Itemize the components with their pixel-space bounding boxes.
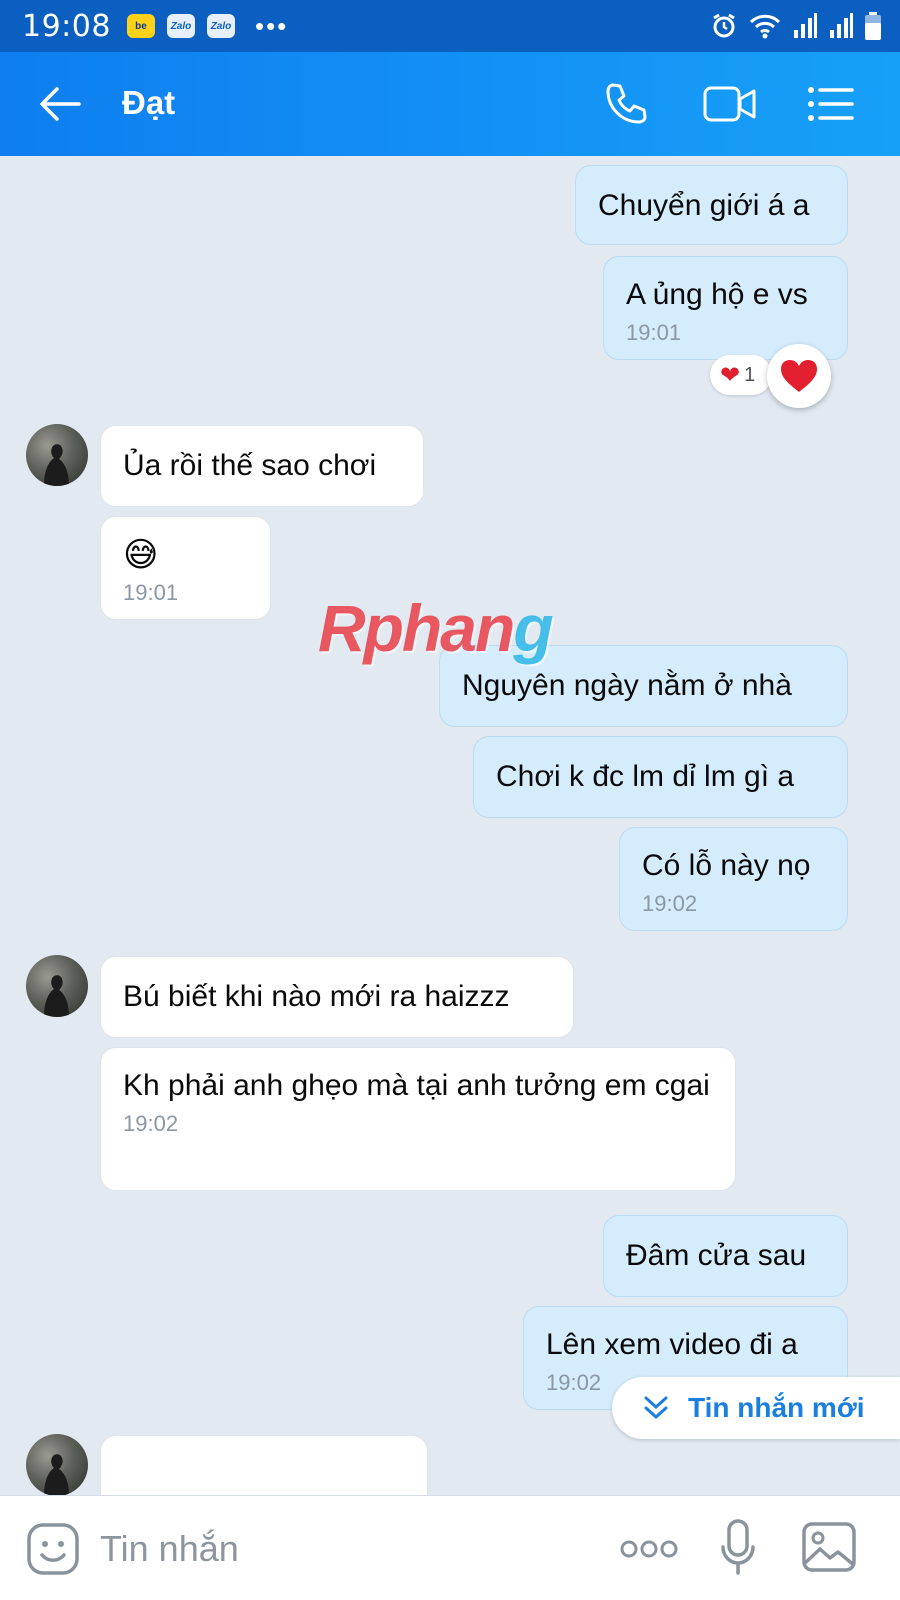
status-bar: 19:08 be Zalo Zalo •••	[0, 0, 900, 52]
wifi-icon	[749, 14, 781, 39]
menu-button[interactable]	[804, 80, 856, 128]
message-text: Ủa rồi thế sao chơi	[123, 449, 377, 482]
new-messages-button[interactable]: Tin nhắn mới	[612, 1377, 900, 1439]
message-input[interactable]	[100, 1524, 600, 1574]
message-bubble-incoming[interactable]: 😅 19:01	[100, 516, 271, 620]
video-call-icon	[703, 86, 756, 122]
avatar-silhouette	[44, 1454, 69, 1495]
avatar[interactable]	[26, 955, 88, 1017]
message-bubble-outgoing[interactable]: Chơi k đc lm dỉ lm gì a	[473, 736, 848, 818]
message-bubble-incoming-partial[interactable]	[100, 1435, 428, 1495]
back-arrow-icon	[40, 87, 81, 121]
avatar[interactable]	[26, 424, 88, 486]
message-text: Nguyên ngày nằm ở nhà	[462, 669, 792, 702]
status-overflow-icon: •••	[254, 11, 289, 41]
image-button[interactable]	[800, 1520, 858, 1574]
message-bubble-outgoing[interactable]: Đâm cửa sau	[603, 1215, 848, 1297]
video-call-button[interactable]	[700, 80, 760, 128]
signal-icon	[794, 13, 817, 38]
message-bubble-incoming[interactable]: Kh phải anh ghẹo mà tại anh tưởng em cga…	[100, 1047, 736, 1191]
phone-icon	[606, 83, 647, 124]
react-button[interactable]	[767, 344, 831, 408]
back-button[interactable]	[36, 82, 84, 126]
message-bubble-outgoing[interactable]: A ủng hộ e vs 19:01	[603, 256, 848, 360]
battery-icon	[865, 12, 881, 40]
sticker-smiley-icon	[27, 1523, 79, 1575]
emoji-message: 😅	[123, 536, 159, 574]
call-button[interactable]	[600, 80, 652, 128]
heart-icon: ❤	[720, 361, 741, 389]
avatar[interactable]	[26, 1434, 88, 1495]
more-dots-icon	[620, 1540, 678, 1558]
signal-icon	[830, 13, 853, 38]
message-time: 19:02	[123, 1111, 179, 1136]
message-text: Chơi k đc lm dỉ lm gì a	[496, 760, 795, 793]
message-text: Bú biết khi nào mới ra haizzz	[123, 980, 510, 1013]
message-time: 19:01	[626, 320, 682, 345]
contact-name[interactable]: Đạt	[122, 84, 175, 122]
new-messages-label: Tin nhắn mới	[688, 1392, 865, 1423]
message-time: 19:01	[123, 580, 179, 605]
menu-list-icon	[808, 87, 854, 121]
message-text: Lên xem video đi a	[546, 1328, 798, 1361]
zalo-app-icon: Zalo	[206, 14, 235, 38]
reaction-count: 1	[744, 363, 756, 386]
voice-button[interactable]	[718, 1518, 758, 1578]
image-gallery-icon	[802, 1522, 856, 1572]
sticker-button[interactable]	[26, 1522, 80, 1576]
microphone-icon	[721, 1519, 755, 1575]
message-bubble-outgoing[interactable]: Có lỗ này nọ 19:02	[619, 827, 848, 931]
message-bubble-incoming[interactable]: Ủa rồi thế sao chơi	[100, 425, 424, 507]
message-text: A ủng hộ e vs	[626, 278, 808, 311]
chevron-double-down-icon	[644, 1396, 668, 1419]
message-bubble-outgoing[interactable]: Chuyển giới á a	[575, 165, 848, 245]
zalo-app-icon: Zalo	[166, 14, 195, 38]
chat-messages[interactable]: Chuyển giới á a A ủng hộ e vs 19:01 ❤ 1 …	[0, 156, 900, 1495]
status-time: 19:08	[22, 8, 111, 44]
message-text: Đâm cửa sau	[626, 1239, 807, 1272]
status-indicators	[710, 11, 882, 41]
message-input-bar	[0, 1495, 900, 1600]
more-options-button[interactable]	[616, 1532, 682, 1566]
alarm-icon	[713, 13, 735, 38]
reaction-summary[interactable]: ❤ 1	[710, 355, 772, 395]
chat-header: Đạt	[0, 52, 900, 156]
message-bubble-incoming[interactable]: Bú biết khi nào mới ra haizzz	[100, 956, 574, 1038]
message-bubble-outgoing[interactable]: Nguyên ngày nằm ở nhà	[439, 645, 848, 727]
message-text: Có lỗ này nọ	[642, 849, 811, 882]
message-time: 19:02	[642, 891, 698, 916]
message-text: Kh phải anh ghẹo mà tại anh tưởng em cga…	[123, 1069, 710, 1102]
avatar-silhouette	[44, 444, 69, 486]
heart-icon	[781, 360, 817, 392]
be-app-icon: be	[126, 14, 155, 38]
message-text: Chuyển giới á a	[598, 189, 810, 222]
avatar-silhouette	[44, 975, 69, 1017]
